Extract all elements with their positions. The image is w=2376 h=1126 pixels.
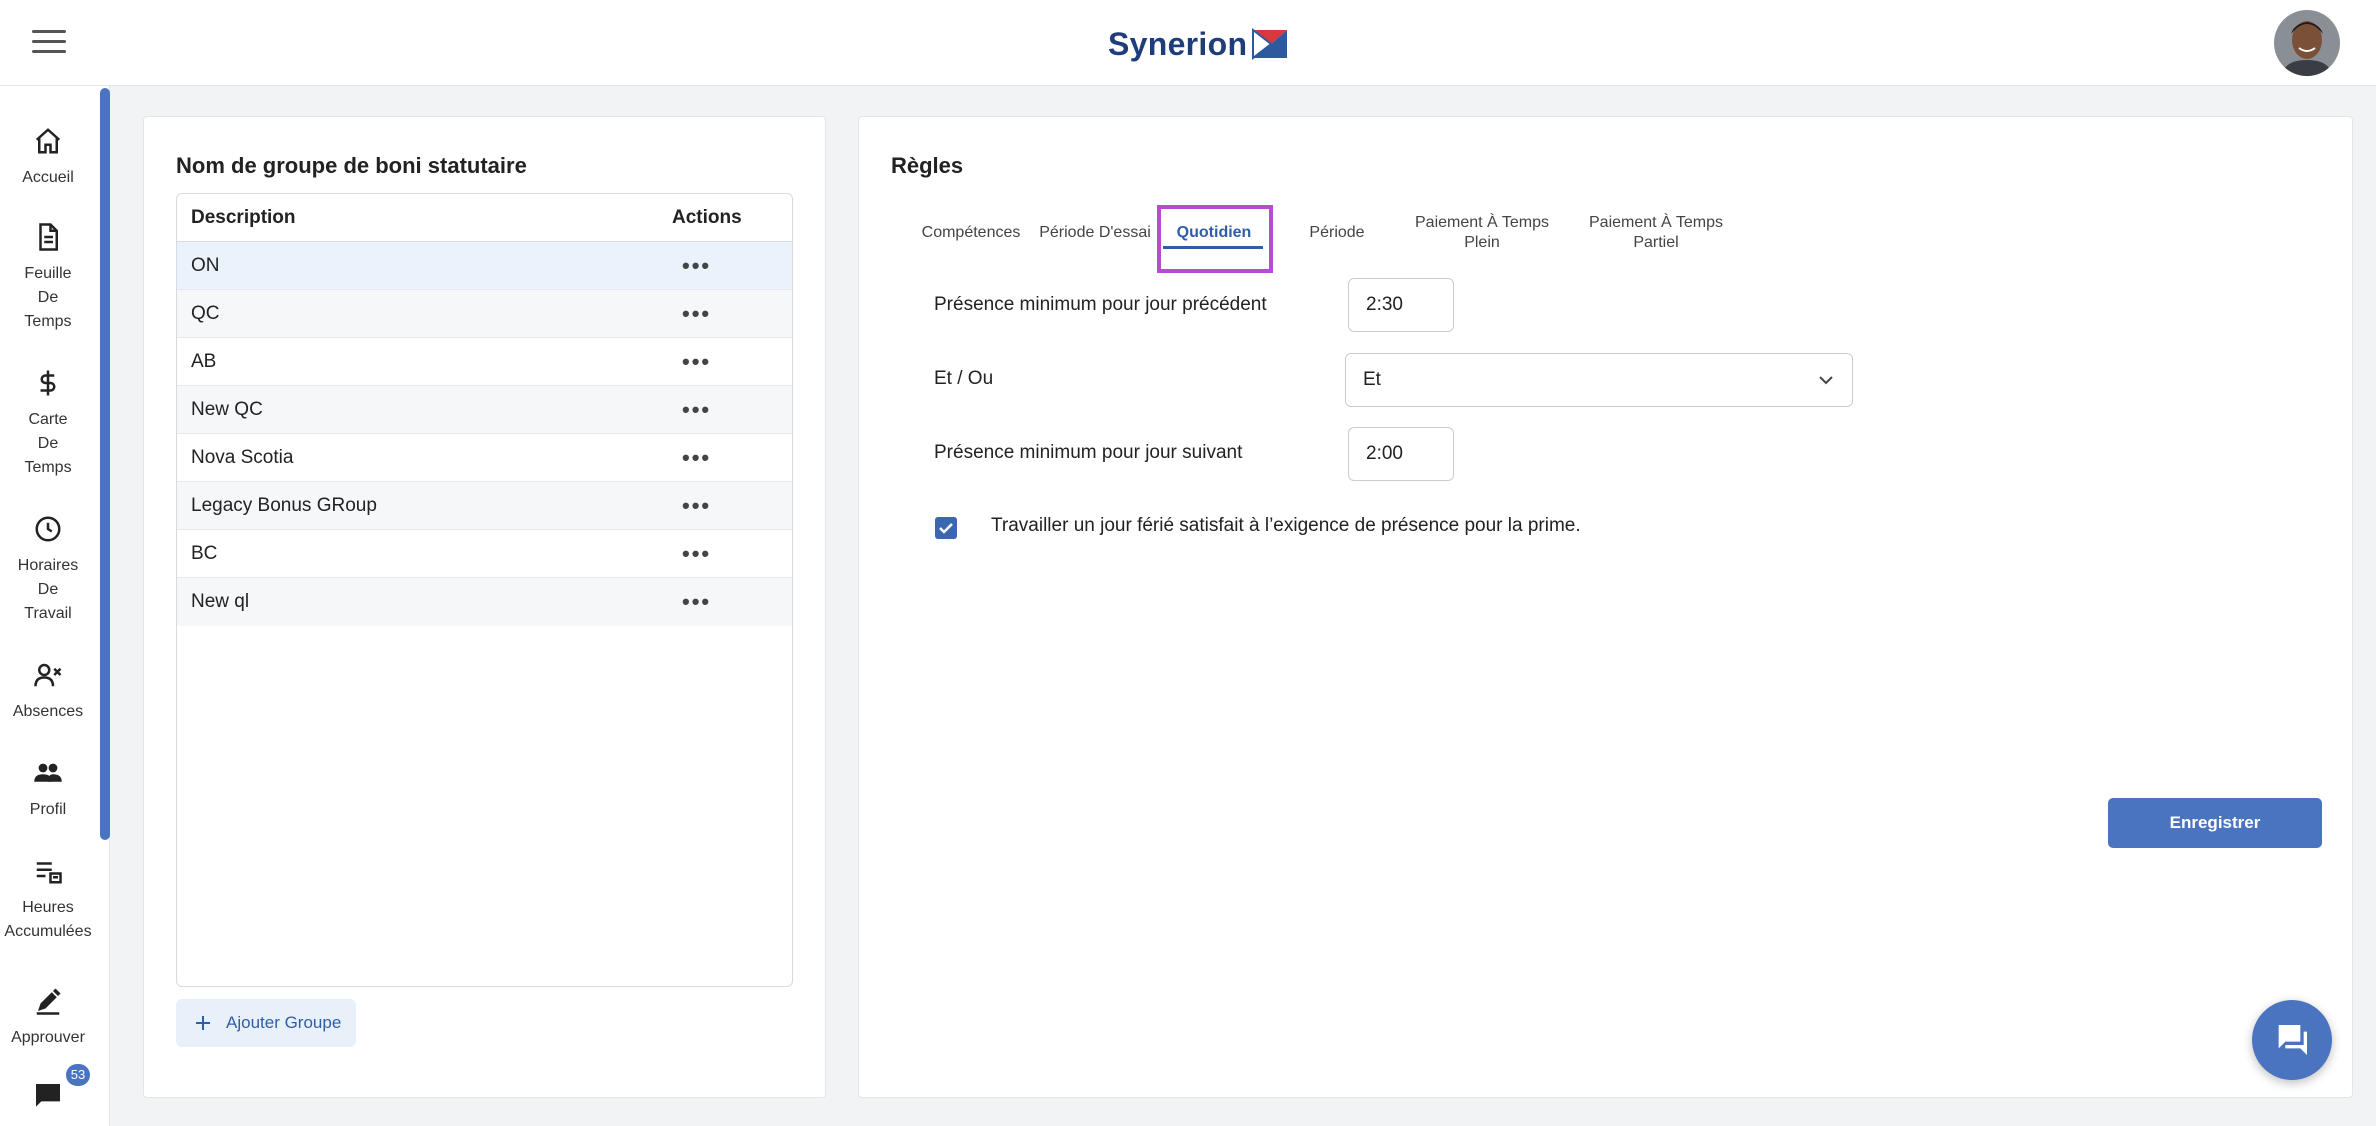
table-row[interactable]: ON ••• bbox=[177, 242, 792, 290]
sidebar-item-absences[interactable]: Absences bbox=[0, 660, 96, 724]
table-row[interactable]: New ql ••• bbox=[177, 578, 792, 626]
more-actions-icon[interactable]: ••• bbox=[672, 589, 792, 615]
user-x-icon bbox=[34, 663, 62, 687]
chat-fab-button[interactable] bbox=[2252, 1000, 2332, 1080]
approve-icon bbox=[36, 988, 61, 1015]
sidebar-item-carte-de-temps[interactable]: Carte De Temps bbox=[0, 368, 96, 480]
column-actions: Actions bbox=[672, 206, 742, 228]
tab-periode-essai[interactable]: Période D'essai bbox=[1037, 203, 1153, 263]
table-row[interactable]: AB ••• bbox=[177, 338, 792, 386]
tab-competences[interactable]: Compétences bbox=[921, 203, 1021, 263]
table-row[interactable]: New QC ••• bbox=[177, 386, 792, 434]
sidebar: Accueil Feuille De Temps Carte De Temps … bbox=[0, 86, 110, 1126]
holiday-checkbox-label: Travailler un jour férié satisfait à l’e… bbox=[991, 515, 1581, 536]
people-icon bbox=[34, 763, 62, 782]
tab-paiement-temps-partiel[interactable]: Paiement À Temps Partiel bbox=[1583, 203, 1729, 263]
messages-badge: 53 bbox=[66, 1064, 90, 1086]
menu-icon[interactable] bbox=[32, 30, 66, 54]
messages-icon[interactable] bbox=[32, 1080, 64, 1112]
more-actions-icon[interactable]: ••• bbox=[672, 253, 792, 279]
table-header: Description Actions bbox=[177, 194, 792, 242]
more-actions-icon[interactable]: ••• bbox=[672, 493, 792, 519]
timesheet-icon bbox=[39, 223, 58, 251]
more-actions-icon[interactable]: ••• bbox=[672, 349, 792, 375]
dollar-icon bbox=[40, 370, 56, 396]
table-row[interactable]: QC ••• bbox=[177, 290, 792, 338]
home-icon bbox=[35, 128, 61, 154]
bonus-group-table: Description Actions ON ••• QC ••• AB ••• Ne… bbox=[176, 193, 793, 987]
sidebar-item-horaires-de-travail[interactable]: Horaires De Travail bbox=[0, 514, 96, 626]
panel-title: Nom de groupe de boni statutaire bbox=[176, 153, 527, 178]
sidebar-item-profil[interactable]: Profil bbox=[0, 758, 96, 822]
sidebar-item-accueil[interactable]: Accueil bbox=[0, 126, 96, 190]
checkmark-icon bbox=[939, 523, 953, 534]
table-row[interactable]: Nova Scotia ••• bbox=[177, 434, 792, 482]
min-prev-day-input[interactable]: 2:30 bbox=[1348, 278, 1454, 332]
plus-icon bbox=[196, 1016, 210, 1030]
chevron-down-icon bbox=[1819, 376, 1833, 385]
accrual-list-icon bbox=[36, 862, 62, 884]
sidebar-scrollbar[interactable] bbox=[100, 88, 110, 840]
more-actions-icon[interactable]: ••• bbox=[672, 301, 792, 327]
rules-panel: Règles Compétences Période D'essai Quoti… bbox=[858, 116, 2353, 1098]
sidebar-item-heures-accumulees[interactable]: Heures Accumulées bbox=[0, 856, 96, 944]
min-next-day-input[interactable]: 2:00 bbox=[1348, 427, 1454, 481]
synerion-logo: Synerion bbox=[1108, 22, 1289, 66]
logo-flag-icon bbox=[1252, 28, 1288, 60]
holiday-checkbox[interactable] bbox=[935, 517, 957, 539]
chat-icon bbox=[2278, 1025, 2307, 1055]
add-group-button[interactable]: Ajouter Groupe bbox=[176, 999, 356, 1047]
clock-icon bbox=[35, 516, 61, 542]
min-prev-day-label: Présence minimum pour jour précédent bbox=[934, 294, 1267, 315]
and-or-label: Et / Ou bbox=[934, 368, 994, 389]
rules-title: Règles bbox=[891, 153, 964, 178]
more-actions-icon[interactable]: ••• bbox=[672, 397, 792, 423]
bonus-group-panel: Nom de groupe de boni statutaire Descrip… bbox=[143, 116, 826, 1098]
sidebar-item-feuille-de-temps[interactable]: Feuille De Temps bbox=[0, 222, 96, 334]
sidebar-item-approuver[interactable]: Approuver bbox=[0, 986, 96, 1050]
user-avatar[interactable] bbox=[2274, 10, 2340, 76]
table-row[interactable]: BC ••• bbox=[177, 530, 792, 578]
table-row[interactable]: Legacy Bonus GRoup ••• bbox=[177, 482, 792, 530]
active-tab-highlight bbox=[1157, 205, 1273, 273]
tab-periode[interactable]: Période bbox=[1297, 203, 1377, 263]
more-actions-icon[interactable]: ••• bbox=[672, 445, 792, 471]
more-actions-icon[interactable]: ••• bbox=[672, 541, 792, 567]
save-button[interactable]: Enregistrer bbox=[2108, 798, 2322, 848]
and-or-select[interactable]: Et bbox=[1345, 353, 1853, 407]
tab-paiement-temps-plein[interactable]: Paiement À Temps Plein bbox=[1409, 203, 1555, 263]
min-next-day-label: Présence minimum pour jour suivant bbox=[934, 442, 1243, 463]
top-bar: Synerion bbox=[0, 0, 2376, 86]
column-description: Description bbox=[191, 206, 296, 228]
